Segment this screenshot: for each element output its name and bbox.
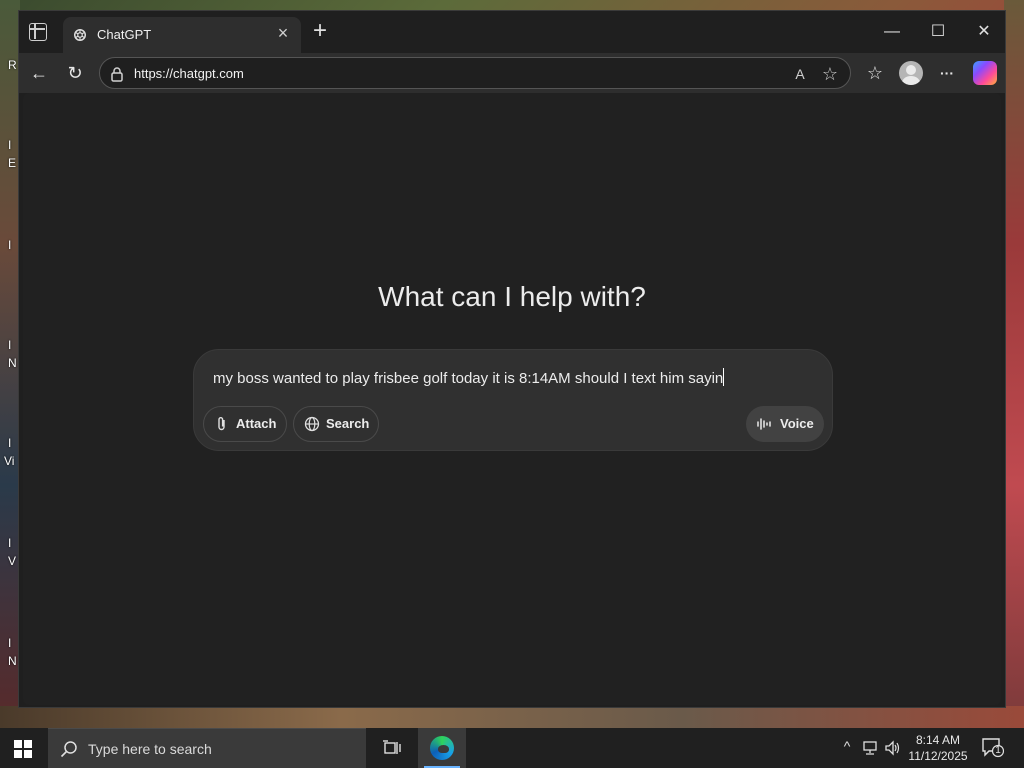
search-icon (60, 741, 77, 758)
close-window-icon[interactable]: ✕ (969, 19, 999, 45)
clock-time: 8:14 AM (915, 733, 961, 747)
voice-button[interactable]: Voice (746, 406, 824, 442)
url-text[interactable]: https://chatgpt.com (134, 66, 244, 81)
desktop-wallpaper-right (1004, 0, 1024, 728)
openai-logo-icon (74, 29, 86, 41)
address-bar[interactable]: https://chatgpt.com A ☆ (99, 57, 851, 89)
desktop-icon-label[interactable]: I (8, 238, 11, 252)
paperclip-icon (218, 417, 225, 431)
desktop-icon-label[interactable]: I (8, 536, 11, 550)
lock-icon (111, 67, 123, 82)
desktop-icon-label[interactable]: I (8, 636, 11, 650)
volume-icon[interactable] (884, 740, 902, 756)
desktop-wallpaper-bottom (0, 706, 1024, 728)
edge-browser-icon (430, 736, 454, 760)
show-hidden-icons-icon[interactable]: ^ (838, 738, 856, 754)
prompt-composer[interactable]: my boss wanted to play frisbee golf toda… (193, 349, 833, 451)
taskbar-search-box[interactable]: Type here to search (48, 728, 366, 768)
page-title: What can I help with? (378, 281, 646, 312)
chatgpt-page: What can I help with? my boss wanted to … (23, 93, 1001, 705)
read-aloud-icon[interactable]: A (790, 64, 810, 84)
browser-window: ChatGPT × + — ☐ ✕ ← ↻ https://chatgpt.co… (18, 10, 1006, 708)
network-icon[interactable] (862, 740, 880, 756)
windows-start-icon[interactable] (14, 740, 32, 758)
favorites-icon[interactable]: ☆ (863, 61, 887, 85)
search-label: Search (326, 416, 370, 431)
refresh-icon[interactable]: ↻ (63, 61, 87, 85)
copilot-icon[interactable] (973, 61, 997, 85)
prompt-text: my boss wanted to play frisbee golf toda… (213, 370, 724, 387)
back-icon[interactable]: ← (27, 61, 51, 85)
system-clock[interactable]: 8:14 AM 11/12/2025 (906, 732, 970, 764)
voice-label: Voice (780, 416, 814, 431)
desktop-icon-label[interactable]: N (8, 654, 17, 668)
desktop-icon-label[interactable]: I (8, 436, 11, 450)
tab-chatgpt[interactable]: ChatGPT × (63, 17, 301, 53)
tab-close-icon[interactable]: × (275, 24, 291, 42)
new-tab-icon[interactable]: + (309, 19, 331, 43)
taskbar: Type here to search ^ 8:14 AM 11/12/2025… (0, 728, 1024, 768)
desktop-icon-label[interactable]: I (8, 338, 11, 352)
desktop-icon-label[interactable]: E (8, 156, 16, 170)
globe-icon (304, 416, 320, 432)
desktop-icon-label[interactable]: I (8, 138, 11, 152)
prompt-input[interactable]: my boss wanted to play frisbee golf toda… (213, 368, 813, 387)
more-options-icon[interactable]: ··· (935, 61, 959, 85)
minimize-icon[interactable]: — (877, 19, 907, 45)
desktop-icon-label[interactable]: V (8, 554, 16, 568)
browser-titlebar: ChatGPT × + — ☐ ✕ (19, 11, 1005, 53)
voice-wave-icon (757, 418, 771, 430)
tab-actions-icon[interactable] (29, 23, 47, 41)
profile-avatar[interactable] (899, 61, 923, 85)
favorite-star-icon[interactable]: ☆ (820, 64, 840, 84)
attach-label: Attach (236, 416, 277, 431)
taskbar-edge-button[interactable] (418, 728, 466, 768)
notification-count: 1 (995, 745, 1001, 756)
desktop-icon-label[interactable]: N (8, 356, 17, 370)
task-view-icon[interactable] (382, 738, 402, 758)
tab-title: ChatGPT (97, 27, 152, 42)
notification-center-icon[interactable]: 1 (982, 738, 1005, 758)
search-button[interactable]: Search (293, 406, 379, 442)
attach-button[interactable]: Attach (203, 406, 287, 442)
desktop-icon-label[interactable]: Vi (4, 454, 14, 468)
taskbar-search-placeholder: Type here to search (88, 741, 212, 757)
clock-date: 11/12/2025 (908, 749, 968, 763)
maximize-icon[interactable]: ☐ (923, 19, 953, 45)
text-caret (723, 368, 725, 386)
browser-toolbar: ← ↻ https://chatgpt.com A ☆ ☆ ··· (19, 53, 1005, 93)
desktop-icon-label[interactable]: R (8, 58, 17, 72)
